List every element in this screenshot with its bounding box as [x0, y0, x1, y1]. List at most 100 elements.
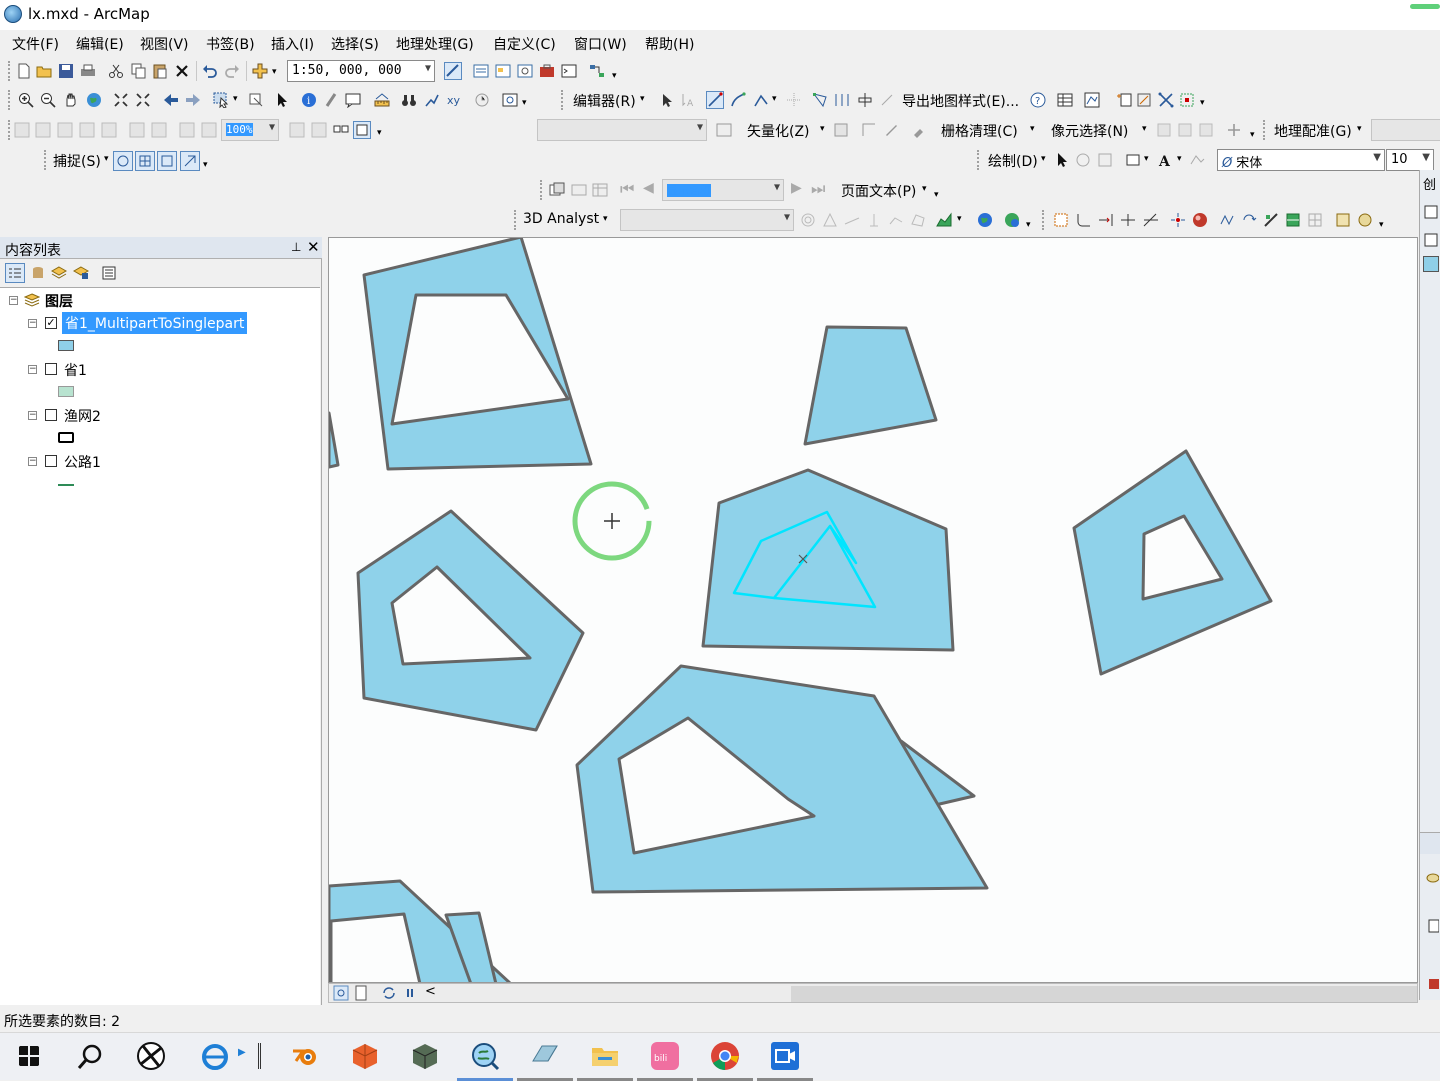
- auto-complete-icon[interactable]: [1423, 976, 1439, 992]
- toolbar-options-dropdown[interactable]: ▾: [612, 71, 617, 81]
- reshape-feature-icon[interactable]: [812, 92, 828, 108]
- profile-dropdown[interactable]: ▾: [957, 214, 962, 224]
- end-snapping-icon[interactable]: [135, 151, 155, 171]
- page-text-dropdown[interactable]: ▾: [922, 184, 927, 194]
- editor-options-dropdown[interactable]: ▾: [1200, 98, 1205, 108]
- arctoolbox-icon[interactable]: [539, 63, 555, 79]
- layer-symbol-outline[interactable]: [58, 432, 74, 443]
- cell-selection-dropdown[interactable]: ▾: [1142, 124, 1147, 134]
- georeferencing-dropdown[interactable]: ▾: [1357, 124, 1362, 134]
- data-view-icon[interactable]: [333, 985, 349, 1001]
- ie-jumplist-arrow-icon[interactable]: ▶: [238, 1047, 246, 1058]
- layer-visibility-checkbox[interactable]: [45, 455, 57, 467]
- layer-symbol-line[interactable]: [58, 484, 74, 486]
- layer-name-sheng1[interactable]: 省1: [64, 360, 87, 380]
- ddp-options-dropdown[interactable]: ▾: [934, 190, 939, 200]
- organize-templates-icon[interactable]: [1423, 204, 1439, 220]
- rotate-icon[interactable]: [879, 92, 895, 108]
- list-by-selection-icon[interactable]: [73, 265, 89, 281]
- font-name-combo[interactable]: Ø 宋体 ▼: [1217, 149, 1385, 171]
- drawing-dropdown[interactable]: ▾: [1041, 154, 1046, 164]
- fixed-zoom-out-icon[interactable]: [135, 92, 151, 108]
- identify-icon[interactable]: i: [301, 92, 317, 108]
- box-app-icon[interactable]: [350, 1041, 380, 1071]
- internet-explorer-icon[interactable]: [200, 1041, 230, 1071]
- raster-options-dropdown[interactable]: ▾: [1250, 130, 1255, 140]
- align-to-shape-icon[interactable]: [1263, 212, 1279, 228]
- edit-vertices-icon[interactable]: [786, 92, 802, 108]
- pan-hand-icon[interactable]: [63, 92, 79, 108]
- sketch-properties-icon[interactable]: [1084, 92, 1100, 108]
- raster-cleanup-dropdown[interactable]: ▾: [1030, 124, 1035, 134]
- redo-icon[interactable]: [224, 63, 240, 79]
- editor-toolbar-icon[interactable]: [444, 62, 462, 80]
- create-features-icon[interactable]: [1116, 92, 1132, 108]
- viewer-window-icon[interactable]: [502, 92, 518, 108]
- clear-selection-icon[interactable]: [248, 92, 264, 108]
- layer-name-multipart[interactable]: 省1_MultipartToSinglepart: [62, 312, 248, 334]
- file-explorer-icon[interactable]: [590, 1041, 620, 1071]
- data-frame-label[interactable]: 图层: [45, 291, 73, 311]
- validate-topology-icon[interactable]: [1179, 92, 1195, 108]
- raster-cleanup-menu-button[interactable]: 栅格清理(C): [941, 121, 1018, 141]
- generalize-icon[interactable]: [1219, 212, 1235, 228]
- select-features-dropdown[interactable]: ▾: [233, 94, 238, 104]
- cut-icon[interactable]: [108, 63, 124, 79]
- ddp-setup-icon[interactable]: [549, 182, 565, 198]
- extend-icon[interactable]: [1098, 212, 1114, 228]
- georeferencing-menu-button[interactable]: 地理配准(G): [1274, 121, 1352, 141]
- trim-icon[interactable]: [1120, 212, 1136, 228]
- explode-multipart-icon[interactable]: [1170, 212, 1186, 228]
- select-elements-arrow-icon[interactable]: [275, 92, 291, 108]
- list-by-visibility-icon[interactable]: [51, 265, 67, 281]
- layer-symbol-polygon[interactable]: [58, 386, 74, 397]
- select-features-icon[interactable]: [213, 92, 229, 108]
- construct-geodetic-icon[interactable]: [1285, 212, 1301, 228]
- pin-icon[interactable]: ⊥: [291, 240, 301, 254]
- go-to-xy-icon[interactable]: xy: [446, 92, 462, 108]
- hyperlink-icon[interactable]: [323, 92, 339, 108]
- cad-icon[interactable]: [1335, 212, 1351, 228]
- pencil-icon[interactable]: [883, 122, 899, 138]
- snapping-dropdown[interactable]: ▾: [104, 154, 109, 164]
- menu-insert[interactable]: 插入(I): [271, 34, 314, 54]
- list-by-source-icon[interactable]: [30, 265, 46, 281]
- zoom-in-icon[interactable]: [18, 92, 34, 108]
- layer-visibility-checkbox[interactable]: [45, 363, 57, 375]
- create-features-panel[interactable]: 创: [1419, 170, 1440, 1000]
- toc-window-icon[interactable]: [473, 63, 489, 79]
- pause-drawing-icon[interactable]: [402, 985, 418, 1001]
- template-icon[interactable]: [1423, 232, 1439, 248]
- bilibili-icon[interactable]: bili: [650, 1041, 680, 1071]
- endpoint-arc-icon[interactable]: [730, 92, 746, 108]
- arcmap-taskbar-icon[interactable]: [470, 1041, 500, 1071]
- editor-dropdown[interactable]: ▾: [640, 94, 645, 104]
- undo-icon[interactable]: [202, 63, 218, 79]
- menu-view[interactable]: 视图(V): [140, 34, 189, 54]
- layer-visibility-checkbox[interactable]: [45, 409, 57, 421]
- editor-options-icon[interactable]: [1136, 92, 1152, 108]
- layout-view-icon[interactable]: [353, 985, 369, 1001]
- copy-features-icon[interactable]: [1307, 212, 1323, 228]
- pinwheel-app-icon[interactable]: [136, 1041, 166, 1071]
- refresh-view-icon[interactable]: [381, 985, 397, 1001]
- data-driven-pages-icon[interactable]: [353, 121, 371, 139]
- print-icon[interactable]: [80, 63, 96, 79]
- layer-name-yuwang2[interactable]: 渔网2: [64, 406, 101, 426]
- arcglobe-icon[interactable]: [1004, 212, 1020, 228]
- vertex-snapping-icon[interactable]: [157, 151, 177, 171]
- close-icon[interactable]: ✕: [307, 238, 320, 256]
- rectangle-dropdown[interactable]: ▾: [1144, 154, 1149, 164]
- template-symbol[interactable]: [1423, 256, 1439, 272]
- menu-customize[interactable]: 自定义(C): [493, 34, 556, 54]
- video-app-icon[interactable]: [770, 1041, 800, 1071]
- edit-annotation-icon[interactable]: A: [680, 92, 696, 108]
- add-data-dropdown[interactable]: ▾: [272, 67, 277, 77]
- polygon-tool-icon[interactable]: [1423, 870, 1439, 886]
- add-data-icon[interactable]: [252, 63, 268, 79]
- delete-icon[interactable]: [174, 63, 190, 79]
- catalog-window-icon[interactable]: [495, 63, 511, 79]
- full-extent-globe-icon[interactable]: [86, 92, 102, 108]
- tools-options-dropdown[interactable]: ▾: [522, 98, 527, 108]
- profile-graph-icon[interactable]: [936, 212, 952, 228]
